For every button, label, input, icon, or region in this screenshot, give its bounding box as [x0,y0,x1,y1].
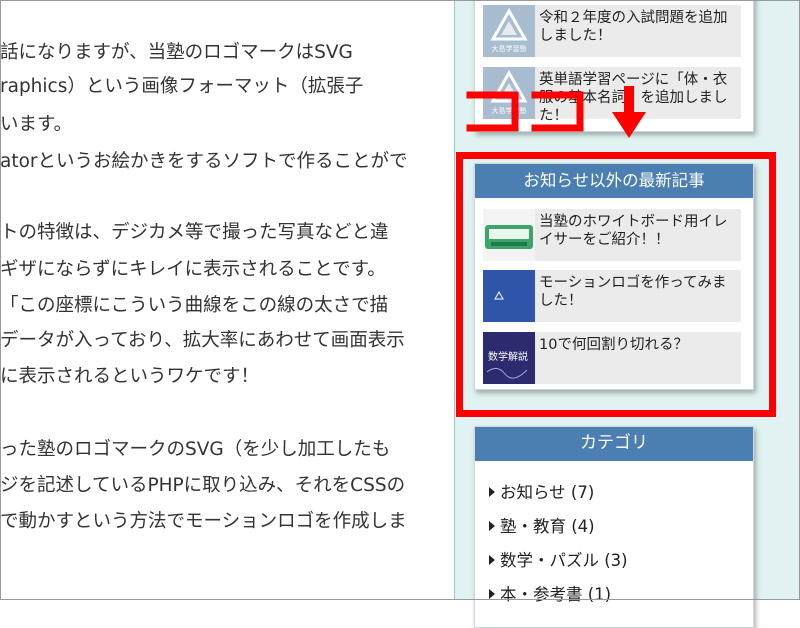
screenshot-border [0,0,800,600]
